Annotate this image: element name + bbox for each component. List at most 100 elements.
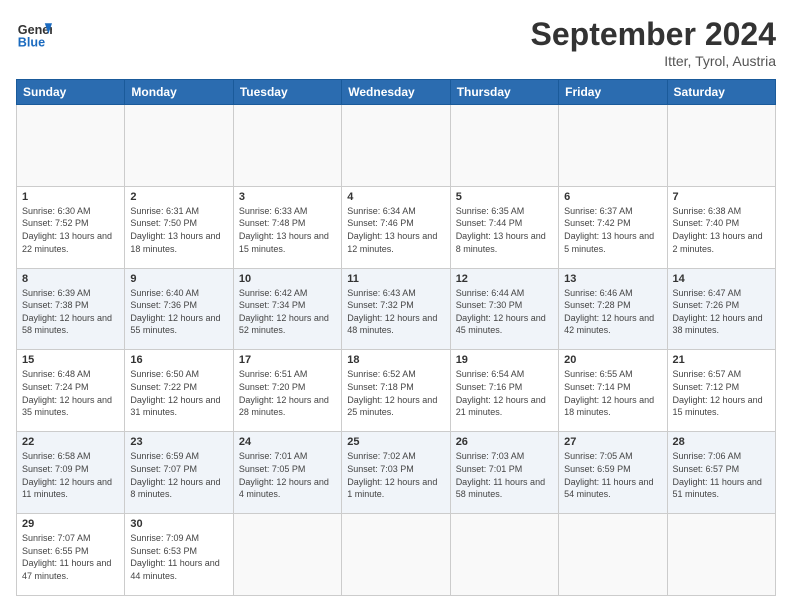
day-number: 9 xyxy=(130,273,227,285)
day-number: 11 xyxy=(347,273,444,285)
day-info: Sunrise: 7:01 AMSunset: 7:05 PMDaylight:… xyxy=(239,450,336,500)
table-row: 22 Sunrise: 6:58 AMSunset: 7:09 PMDayligh… xyxy=(17,432,125,514)
day-info: Sunrise: 6:47 AMSunset: 7:26 PMDaylight:… xyxy=(673,287,770,337)
day-number: 8 xyxy=(22,273,119,285)
day-number: 27 xyxy=(564,436,661,448)
table-row xyxy=(559,514,667,596)
table-row: 20Sunrise: 6:55 AMSunset: 7:14 PMDayligh… xyxy=(559,350,667,432)
day-info: Sunrise: 6:30 AMSunset: 7:52 PMDaylight:… xyxy=(22,205,119,255)
table-row xyxy=(17,105,125,187)
day-info: Sunrise: 7:03 AMSunset: 7:01 PMDaylight:… xyxy=(456,450,553,500)
calendar-row xyxy=(17,105,776,187)
table-row: 21Sunrise: 6:57 AMSunset: 7:12 PMDayligh… xyxy=(667,350,775,432)
day-info: Sunrise: 6:33 AMSunset: 7:48 PMDaylight:… xyxy=(239,205,336,255)
table-row: 9 Sunrise: 6:40 AMSunset: 7:36 PMDaylight… xyxy=(125,268,233,350)
day-number: 22 xyxy=(22,436,119,448)
day-info: Sunrise: 6:51 AMSunset: 7:20 PMDaylight:… xyxy=(239,368,336,418)
day-number: 13 xyxy=(564,273,661,285)
table-row: 28 Sunrise: 7:06 AMSunset: 6:57 PMDayligh… xyxy=(667,432,775,514)
calendar-row: 29Sunrise: 7:07 AMSunset: 6:55 PMDayligh… xyxy=(17,514,776,596)
day-info: Sunrise: 6:39 AMSunset: 7:38 PMDaylight:… xyxy=(22,287,119,337)
page: General Blue September 2024 Itter, Tyrol… xyxy=(0,0,792,612)
day-number: 28 xyxy=(673,436,770,448)
table-row: 15Sunrise: 6:48 AMSunset: 7:24 PMDayligh… xyxy=(17,350,125,432)
table-row: 24Sunrise: 7:01 AMSunset: 7:05 PMDayligh… xyxy=(233,432,341,514)
day-number: 5 xyxy=(456,191,553,203)
col-saturday: Saturday xyxy=(667,80,775,105)
calendar-row: 15Sunrise: 6:48 AMSunset: 7:24 PMDayligh… xyxy=(17,350,776,432)
table-row: 5 Sunrise: 6:35 AMSunset: 7:44 PMDaylight… xyxy=(450,186,558,268)
calendar-header-row: Sunday Monday Tuesday Wednesday Thursday… xyxy=(17,80,776,105)
table-row: 11 Sunrise: 6:43 AMSunset: 7:32 PMDayligh… xyxy=(342,268,450,350)
day-info: Sunrise: 6:44 AMSunset: 7:30 PMDaylight:… xyxy=(456,287,553,337)
table-row xyxy=(559,105,667,187)
calendar-row: 1 Sunrise: 6:30 AMSunset: 7:52 PMDaylight… xyxy=(17,186,776,268)
day-number: 12 xyxy=(456,273,553,285)
table-row: 26 Sunrise: 7:03 AMSunset: 7:01 PMDayligh… xyxy=(450,432,558,514)
logo-icon: General Blue xyxy=(16,16,52,52)
day-info: Sunrise: 6:43 AMSunset: 7:32 PMDaylight:… xyxy=(347,287,444,337)
table-row: 17Sunrise: 6:51 AMSunset: 7:20 PMDayligh… xyxy=(233,350,341,432)
day-info: Sunrise: 6:35 AMSunset: 7:44 PMDaylight:… xyxy=(456,205,553,255)
day-number: 3 xyxy=(239,191,336,203)
table-row xyxy=(125,105,233,187)
table-row xyxy=(667,514,775,596)
table-row: 6Sunrise: 6:37 AMSunset: 7:42 PMDaylight… xyxy=(559,186,667,268)
table-row: 27 Sunrise: 7:05 AMSunset: 6:59 PMDayligh… xyxy=(559,432,667,514)
day-number: 19 xyxy=(456,354,553,366)
table-row xyxy=(342,105,450,187)
table-row xyxy=(450,105,558,187)
day-number: 16 xyxy=(130,354,227,366)
svg-text:Blue: Blue xyxy=(18,36,45,50)
location: Itter, Tyrol, Austria xyxy=(531,53,776,69)
day-number: 25 xyxy=(347,436,444,448)
day-info: Sunrise: 7:06 AMSunset: 6:57 PMDaylight:… xyxy=(673,450,770,500)
col-wednesday: Wednesday xyxy=(342,80,450,105)
table-row: 25Sunrise: 7:02 AMSunset: 7:03 PMDayligh… xyxy=(342,432,450,514)
day-info: Sunrise: 6:50 AMSunset: 7:22 PMDaylight:… xyxy=(130,368,227,418)
day-number: 2 xyxy=(130,191,227,203)
day-info: Sunrise: 6:52 AMSunset: 7:18 PMDaylight:… xyxy=(347,368,444,418)
day-number: 23 xyxy=(130,436,227,448)
day-number: 30 xyxy=(130,518,227,530)
col-tuesday: Tuesday xyxy=(233,80,341,105)
day-number: 15 xyxy=(22,354,119,366)
day-info: Sunrise: 6:58 AMSunset: 7:09 PMDaylight:… xyxy=(22,450,119,500)
day-number: 10 xyxy=(239,273,336,285)
day-number: 29 xyxy=(22,518,119,530)
day-number: 1 xyxy=(22,191,119,203)
day-number: 26 xyxy=(456,436,553,448)
table-row xyxy=(450,514,558,596)
day-info: Sunrise: 6:37 AMSunset: 7:42 PMDaylight:… xyxy=(564,205,661,255)
header: General Blue September 2024 Itter, Tyrol… xyxy=(16,16,776,69)
day-info: Sunrise: 7:05 AMSunset: 6:59 PMDaylight:… xyxy=(564,450,661,500)
logo: General Blue xyxy=(16,16,52,52)
table-row: 13 Sunrise: 6:46 AMSunset: 7:28 PMDayligh… xyxy=(559,268,667,350)
table-row: 4Sunrise: 6:34 AMSunset: 7:46 PMDaylight… xyxy=(342,186,450,268)
day-info: Sunrise: 6:54 AMSunset: 7:16 PMDaylight:… xyxy=(456,368,553,418)
day-info: Sunrise: 6:31 AMSunset: 7:50 PMDaylight:… xyxy=(130,205,227,255)
table-row xyxy=(342,514,450,596)
table-row: 16 Sunrise: 6:50 AMSunset: 7:22 PMDayligh… xyxy=(125,350,233,432)
day-info: Sunrise: 6:42 AMSunset: 7:34 PMDaylight:… xyxy=(239,287,336,337)
table-row: 7 Sunrise: 6:38 AMSunset: 7:40 PMDaylight… xyxy=(667,186,775,268)
table-row: 1 Sunrise: 6:30 AMSunset: 7:52 PMDaylight… xyxy=(17,186,125,268)
day-info: Sunrise: 6:40 AMSunset: 7:36 PMDaylight:… xyxy=(130,287,227,337)
table-row: 12 Sunrise: 6:44 AMSunset: 7:30 PMDayligh… xyxy=(450,268,558,350)
calendar-row: 8 Sunrise: 6:39 AMSunset: 7:38 PMDaylight… xyxy=(17,268,776,350)
table-row: 19 Sunrise: 6:54 AMSunset: 7:16 PMDayligh… xyxy=(450,350,558,432)
calendar-row: 22 Sunrise: 6:58 AMSunset: 7:09 PMDayligh… xyxy=(17,432,776,514)
month-title: September 2024 xyxy=(531,16,776,53)
day-number: 21 xyxy=(673,354,770,366)
day-number: 18 xyxy=(347,354,444,366)
day-number: 7 xyxy=(673,191,770,203)
table-row xyxy=(233,105,341,187)
col-thursday: Thursday xyxy=(450,80,558,105)
table-row: 18 Sunrise: 6:52 AMSunset: 7:18 PMDayligh… xyxy=(342,350,450,432)
table-row: 10 Sunrise: 6:42 AMSunset: 7:34 PMDayligh… xyxy=(233,268,341,350)
day-info: Sunrise: 6:46 AMSunset: 7:28 PMDaylight:… xyxy=(564,287,661,337)
table-row: 14Sunrise: 6:47 AMSunset: 7:26 PMDayligh… xyxy=(667,268,775,350)
table-row: 29Sunrise: 7:07 AMSunset: 6:55 PMDayligh… xyxy=(17,514,125,596)
day-info: Sunrise: 6:55 AMSunset: 7:14 PMDaylight:… xyxy=(564,368,661,418)
day-info: Sunrise: 6:38 AMSunset: 7:40 PMDaylight:… xyxy=(673,205,770,255)
